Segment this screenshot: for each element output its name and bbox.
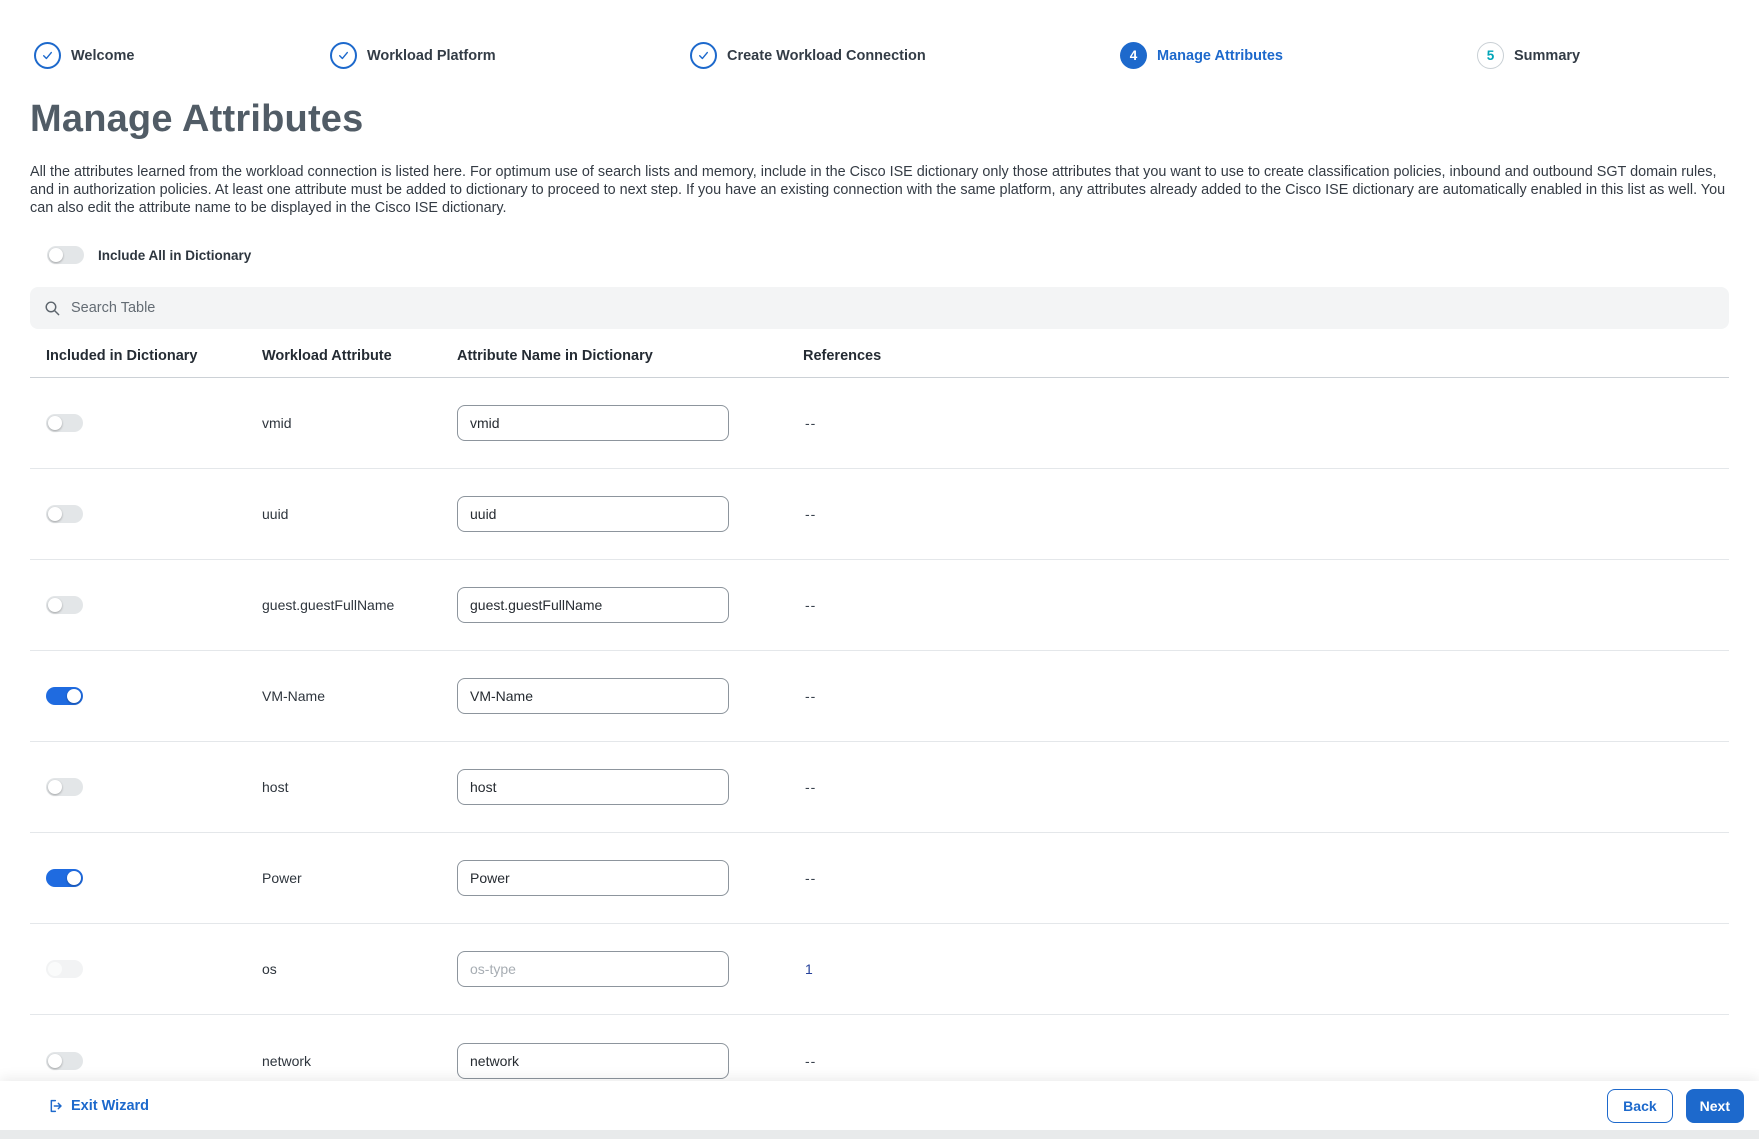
- search-icon: [44, 300, 61, 317]
- include-in-dictionary-toggle[interactable]: [46, 1051, 83, 1070]
- step-complete-check-icon: [690, 42, 717, 69]
- wizard-footer: Exit Wizard Back Next: [0, 1081, 1759, 1130]
- step-create-workload-connection[interactable]: Create Workload Connection: [690, 42, 926, 69]
- include-in-dictionary-toggle[interactable]: [46, 687, 83, 705]
- references-value: --: [805, 870, 817, 886]
- table-row: uuid --: [30, 469, 1729, 560]
- references-value: --: [805, 597, 817, 613]
- include-in-dictionary-toggle[interactable]: [46, 505, 83, 523]
- dictionary-name-input[interactable]: [457, 678, 729, 714]
- wizard-stepper: Welcome Workload Platform Create Workloa…: [0, 42, 1759, 72]
- column-header-workload-attribute: Workload Attribute: [262, 348, 392, 364]
- exit-icon: [48, 1098, 64, 1114]
- include-all-row: Include All in Dictionary: [47, 246, 251, 264]
- include-in-dictionary-toggle[interactable]: [46, 596, 83, 614]
- toggle-knob: [49, 248, 63, 262]
- references-value: --: [805, 688, 817, 704]
- column-header-dictionary-name: Attribute Name in Dictionary: [457, 348, 653, 364]
- step-label: Create Workload Connection: [727, 47, 926, 64]
- workload-attribute-value: os: [262, 961, 277, 977]
- workload-attribute-value: uuid: [262, 506, 289, 522]
- step-label: Summary: [1514, 47, 1581, 64]
- include-in-dictionary-toggle[interactable]: [46, 778, 83, 796]
- toggle-knob: [67, 871, 81, 885]
- step-summary[interactable]: 5 Summary: [1477, 42, 1580, 69]
- toggle-knob: [48, 780, 62, 794]
- workload-attribute-value: host: [262, 779, 289, 795]
- attributes-table: Included in Dictionary Workload Attribut…: [30, 346, 1729, 1106]
- table-row: VM-Name --: [30, 651, 1729, 742]
- dictionary-name-input[interactable]: [457, 1042, 729, 1079]
- step-label: Welcome: [71, 47, 135, 64]
- column-header-included: Included in Dictionary: [46, 348, 198, 364]
- include-all-toggle[interactable]: [47, 246, 84, 264]
- step-number-badge: 4: [1120, 42, 1147, 69]
- page-bottom-strip: [0, 1130, 1759, 1139]
- step-label: Manage Attributes: [1157, 47, 1283, 64]
- dictionary-name-input[interactable]: [457, 587, 729, 623]
- workload-attribute-value: guest.guestFullName: [262, 597, 395, 613]
- include-all-label: Include All in Dictionary: [98, 247, 252, 263]
- dictionary-name-input[interactable]: [457, 405, 729, 441]
- include-in-dictionary-toggle[interactable]: [46, 869, 83, 887]
- back-button[interactable]: Back: [1607, 1088, 1673, 1123]
- page-description: All the attributes learned from the work…: [30, 164, 1726, 216]
- exit-wizard-link[interactable]: Exit Wizard: [48, 1098, 149, 1114]
- table-header: Included in Dictionary Workload Attribut…: [30, 346, 1729, 378]
- workload-attribute-value: VM-Name: [262, 688, 326, 704]
- table-row: Power --: [30, 833, 1729, 924]
- exit-wizard-label: Exit Wizard: [71, 1097, 150, 1114]
- table-row: vmid --: [30, 378, 1729, 469]
- references-value: --: [805, 1052, 817, 1069]
- toggle-knob: [48, 962, 62, 976]
- references-value: --: [805, 506, 817, 522]
- toggle-knob: [48, 1053, 62, 1068]
- search-input[interactable]: [71, 300, 1715, 316]
- table-row: os 1: [30, 924, 1729, 1015]
- manage-attributes-page: Welcome Workload Platform Create Workloa…: [0, 0, 1759, 1139]
- dictionary-name-input[interactable]: [457, 496, 729, 532]
- workload-attribute-value: network: [262, 1052, 312, 1069]
- step-manage-attributes[interactable]: 4 Manage Attributes: [1120, 42, 1283, 69]
- dictionary-name-input[interactable]: [457, 769, 729, 805]
- dictionary-name-input[interactable]: [457, 860, 729, 896]
- step-complete-check-icon: [34, 42, 61, 69]
- table-row: guest.guestFullName --: [30, 560, 1729, 651]
- toggle-knob: [48, 416, 62, 430]
- toggle-knob: [67, 689, 81, 703]
- page-title: Manage Attributes: [30, 98, 364, 140]
- include-in-dictionary-toggle[interactable]: [46, 414, 83, 432]
- toggle-knob: [48, 598, 62, 612]
- workload-attribute-value: vmid: [262, 415, 292, 431]
- references-value: --: [805, 415, 817, 431]
- workload-attribute-value: Power: [262, 870, 302, 886]
- search-bar: [30, 287, 1729, 329]
- include-in-dictionary-toggle[interactable]: [46, 960, 83, 978]
- next-button[interactable]: Next: [1685, 1088, 1744, 1123]
- toggle-knob: [48, 507, 62, 521]
- references-value: --: [805, 779, 817, 795]
- step-complete-check-icon: [330, 42, 357, 69]
- step-label: Workload Platform: [367, 47, 496, 64]
- step-welcome[interactable]: Welcome: [34, 42, 134, 69]
- dictionary-name-input[interactable]: [457, 951, 729, 987]
- table-row: host --: [30, 742, 1729, 833]
- column-header-references: References: [803, 348, 882, 364]
- references-link[interactable]: 1: [805, 961, 813, 977]
- step-workload-platform[interactable]: Workload Platform: [330, 42, 496, 69]
- step-number-badge: 5: [1477, 42, 1504, 69]
